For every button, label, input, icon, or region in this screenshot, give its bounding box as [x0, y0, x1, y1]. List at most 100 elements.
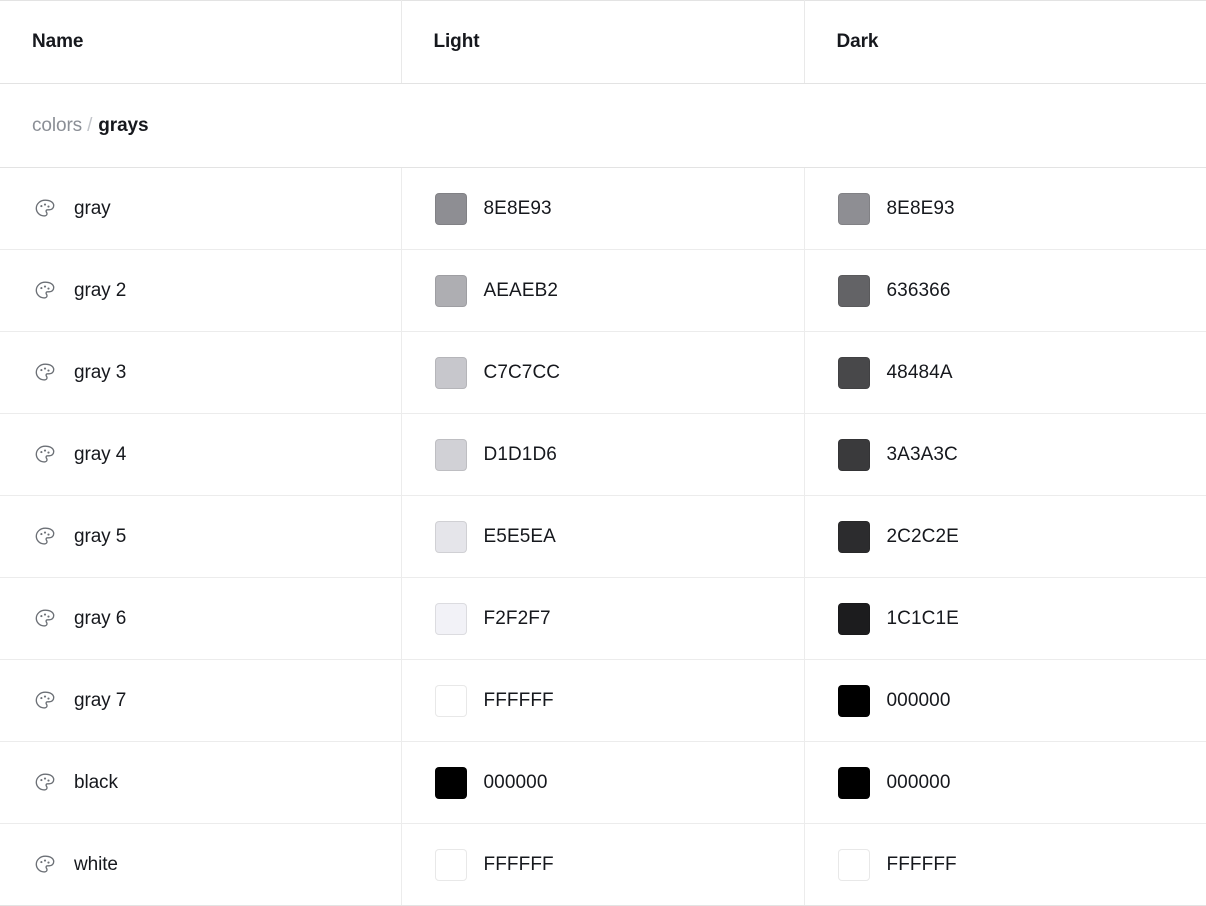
breadcrumb: colors / grays: [32, 115, 1206, 137]
token-dark-cell[interactable]: 3A3A3C: [804, 413, 1206, 496]
hex-value-dark: 8E8E93: [886, 197, 955, 219]
table-row[interactable]: white FFFFFF FFFFFF: [0, 823, 1206, 906]
token-name-label: gray 3: [74, 361, 127, 383]
token-dark-cell[interactable]: 000000: [804, 659, 1206, 742]
hex-value-dark: 48484A: [886, 361, 953, 383]
table-row[interactable]: gray 2 AEAEB2 636366: [0, 249, 1206, 332]
token-name-cell: gray: [0, 167, 402, 250]
group-header-row: colors / grays: [0, 83, 1206, 168]
hex-value-light: 8E8E93: [483, 197, 552, 219]
breadcrumb-separator: /: [87, 114, 93, 136]
hex-value-dark: 1C1C1E: [886, 607, 959, 629]
token-dark-cell[interactable]: FFFFFF: [804, 823, 1206, 906]
color-swatch-light: [434, 766, 467, 799]
breadcrumb-parent[interactable]: colors: [32, 115, 82, 136]
palette-icon: [33, 607, 57, 631]
token-light-cell[interactable]: FFFFFF: [401, 823, 805, 906]
token-light-cell[interactable]: D1D1D6: [401, 413, 805, 496]
token-light-cell[interactable]: 000000: [401, 741, 805, 824]
table-header-row: Name Light Dark: [0, 0, 1206, 84]
token-name-label: gray 6: [74, 607, 127, 629]
token-light-cell[interactable]: F2F2F7: [401, 577, 805, 660]
token-name-label: gray 5: [74, 525, 127, 547]
table-row[interactable]: gray 4 D1D1D6 3A3A3C: [0, 413, 1206, 496]
color-swatch-light: [434, 602, 467, 635]
column-header-dark[interactable]: Dark: [804, 0, 1206, 84]
color-swatch-dark: [837, 848, 870, 881]
token-name-label: gray 7: [74, 689, 127, 711]
hex-value-light: D1D1D6: [483, 443, 557, 465]
palette-icon: [33, 361, 57, 385]
color-swatch-light: [434, 356, 467, 389]
table-row[interactable]: black 000000 000000: [0, 741, 1206, 824]
palette-icon: [33, 443, 57, 467]
token-name-cell: white: [0, 823, 402, 906]
hex-value-dark: FFFFFF: [886, 853, 957, 875]
color-swatch-light: [434, 438, 467, 471]
hex-value-light: E5E5EA: [483, 525, 556, 547]
hex-value-light: C7C7CC: [483, 361, 561, 383]
table-row[interactable]: gray 8E8E93 8E8E93: [0, 167, 1206, 250]
palette-icon: [33, 771, 57, 795]
token-name-cell: gray 5: [0, 495, 402, 578]
color-swatch-dark: [837, 602, 870, 635]
token-name-cell: gray 7: [0, 659, 402, 742]
token-dark-cell[interactable]: 8E8E93: [804, 167, 1206, 250]
hex-value-dark: 000000: [886, 771, 951, 793]
token-name-label: gray: [74, 197, 111, 219]
hex-value-light: FFFFFF: [483, 853, 554, 875]
palette-icon: [33, 525, 57, 549]
token-light-cell[interactable]: FFFFFF: [401, 659, 805, 742]
token-name-cell: gray 4: [0, 413, 402, 496]
color-swatch-light: [434, 192, 467, 225]
color-swatch-light: [434, 848, 467, 881]
token-name-cell: gray 3: [0, 331, 402, 414]
token-dark-cell[interactable]: 2C2C2E: [804, 495, 1206, 578]
palette-icon: [33, 197, 57, 221]
token-light-cell[interactable]: C7C7CC: [401, 331, 805, 414]
color-swatch-light: [434, 520, 467, 553]
token-dark-cell[interactable]: 48484A: [804, 331, 1206, 414]
token-name-label: white: [74, 853, 118, 875]
token-dark-cell[interactable]: 636366: [804, 249, 1206, 332]
column-header-name[interactable]: Name: [0, 0, 402, 84]
table-row[interactable]: gray 3 C7C7CC 48484A: [0, 331, 1206, 414]
group-header-cell: colors / grays: [0, 83, 1206, 168]
palette-icon: [33, 279, 57, 303]
color-swatch-dark: [837, 438, 870, 471]
palette-icon: [33, 689, 57, 713]
token-name-label: gray 4: [74, 443, 127, 465]
table-header: Name Light Dark: [0, 0, 1206, 84]
color-swatch-dark: [837, 274, 870, 307]
hex-value-light: F2F2F7: [483, 607, 551, 629]
hex-value-dark: 000000: [886, 689, 951, 711]
hex-value-light: AEAEB2: [483, 279, 559, 301]
token-name-cell: gray 6: [0, 577, 402, 660]
table-row[interactable]: gray 5 E5E5EA 2C2C2E: [0, 495, 1206, 578]
token-name-label: gray 2: [74, 279, 127, 301]
table-row[interactable]: gray 6 F2F2F7 1C1C1E: [0, 577, 1206, 660]
token-light-cell[interactable]: 8E8E93: [401, 167, 805, 250]
token-light-cell[interactable]: E5E5EA: [401, 495, 805, 578]
breadcrumb-current: grays: [98, 114, 149, 136]
color-swatch-dark: [837, 192, 870, 225]
table-row[interactable]: gray 7 FFFFFF 000000: [0, 659, 1206, 742]
hex-value-dark: 3A3A3C: [886, 443, 958, 465]
color-swatch-dark: [837, 766, 870, 799]
token-dark-cell[interactable]: 1C1C1E: [804, 577, 1206, 660]
token-light-cell[interactable]: AEAEB2: [401, 249, 805, 332]
color-swatch-light: [434, 684, 467, 717]
table-body: colors / grays gray 8E8E93 8E8E93 gray 2…: [0, 83, 1206, 906]
hex-value-dark: 2C2C2E: [886, 525, 959, 547]
token-name-cell: black: [0, 741, 402, 824]
palette-icon: [33, 853, 57, 877]
column-header-light[interactable]: Light: [401, 0, 805, 84]
token-name-label: black: [74, 771, 118, 793]
color-swatch-dark: [837, 684, 870, 717]
hex-value-light: FFFFFF: [483, 689, 554, 711]
color-swatch-dark: [837, 520, 870, 553]
hex-value-light: 000000: [483, 771, 548, 793]
token-dark-cell[interactable]: 000000: [804, 741, 1206, 824]
design-tokens-table: Name Light Dark colors / grays gray 8E8E…: [0, 0, 1206, 906]
color-swatch-dark: [837, 356, 870, 389]
